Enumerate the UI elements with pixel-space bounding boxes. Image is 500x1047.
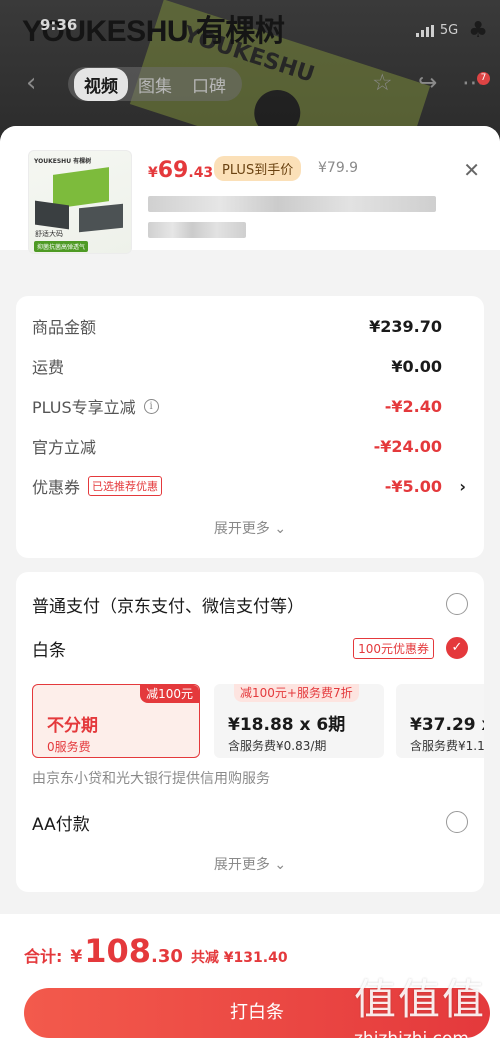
installment-plan-none[interactable]: 减100元 不分期 0服务费 [32, 684, 200, 758]
media-tabs: 视频 图集 口碑 [68, 67, 242, 101]
amount-row-plus-discount: PLUS专享立减 i -¥2.40 [32, 394, 468, 418]
radio-checked[interactable]: ✓ [446, 637, 468, 659]
amount-label: 优惠券 [32, 478, 81, 497]
amount-label: PLUS专享立减 [32, 398, 136, 417]
original-price: ¥79.9 [318, 160, 359, 176]
tab-gallery[interactable]: 图集 [128, 68, 182, 101]
payment-option-aa[interactable]: AA付款 [32, 808, 468, 836]
amount-row-coupon[interactable]: 优惠券 已选推荐优惠 -¥5.00 › [32, 474, 468, 498]
info-icon[interactable]: i [143, 398, 159, 414]
signal-icon [415, 24, 434, 37]
product-price: ¥ 69 .43 [148, 158, 213, 183]
price-integer: 69 [157, 158, 189, 183]
chevron-down-icon: ⌄ [274, 521, 287, 537]
radio-unchecked[interactable] [446, 811, 468, 833]
amount-row-shipping: 运费 ¥0.00 [32, 354, 468, 378]
amount-value: -¥24.00 [373, 436, 442, 456]
status-bar-right: 5G ♣ [415, 18, 488, 43]
installment-plans: 减100元 不分期 0服务费 减100元+服务费7折 ¥18.88 x 6期 含… [32, 684, 484, 758]
amount-row-official-discount: 官方立减 -¥24.00 [32, 434, 468, 458]
total-savings: 共减 ¥131.40 [190, 950, 288, 966]
installment-plan-6[interactable]: 减100元+服务费7折 ¥18.88 x 6期 含服务费¥0.83/期 [214, 684, 384, 758]
checkout-bottom-bar: 合计: ¥ 108 .30 共减 ¥131.40 打白条 值值值 zhizhiz… [0, 914, 500, 1047]
chevron-down-icon: ⌄ [274, 857, 287, 873]
baitiao-coupon-tag: 100元优惠券 [353, 637, 434, 659]
network-label: 5G [439, 23, 459, 38]
total-integer: 108 [84, 932, 152, 970]
clubs-icon: ♣ [468, 18, 488, 43]
expand-more-label: 展开更多 [213, 521, 270, 537]
close-icon[interactable]: ✕ [463, 158, 480, 182]
blurred-title-line-2 [148, 222, 246, 238]
product-thumbnail: YOUKESHU 有棵树 舒适大码 抑菌抗菌高弹透气 [28, 150, 132, 254]
plan-fee: 含服务费¥0.83/期 [228, 739, 327, 753]
tab-reviews[interactable]: 口碑 [182, 68, 236, 101]
plan-badge: 减100元 [140, 685, 199, 703]
payment-option-baitiao[interactable]: 白条 100元优惠券 ✓ [32, 634, 468, 662]
plus-price-tag: PLUS到手价 [214, 156, 302, 181]
thumb-brand: YOUKESHU 有棵树 [34, 158, 92, 165]
price-decimal: .43 [188, 165, 214, 181]
plan-badge: 减100元+服务费7折 [234, 684, 359, 702]
expand-more-label: 展开更多 [213, 857, 270, 873]
coupon-recommend-tag: 已选推荐优惠 [88, 476, 163, 496]
payment-option-normal[interactable]: 普通支付（京东支付、微信支付等） [32, 590, 468, 618]
watermark: 值值值 zhizhizhi.com [354, 966, 500, 1047]
watermark-url: zhizhizhi.com [354, 1029, 469, 1047]
amount-label: 运费 [32, 358, 65, 377]
total-symbol: ¥ [70, 947, 83, 967]
plan-fee: 含服务费¥1.12/期 [410, 739, 484, 753]
payment-option-label: AA付款 [32, 814, 90, 835]
plan-title: 不分期 [47, 716, 98, 736]
thumb-tag: 抑菌抗菌高弹透气 [34, 241, 89, 252]
thumb-box-green [53, 167, 109, 209]
expand-more-amounts[interactable]: 展开更多 ⌄ [16, 518, 484, 538]
amount-value: ¥239.70 [369, 316, 442, 336]
notification-badge: 7 [477, 72, 490, 85]
order-total: 合计: ¥ 108 .30 共减 ¥131.40 [24, 932, 288, 970]
thumb-caption: 舒适大码 [35, 230, 63, 238]
amount-value: -¥2.40 [384, 396, 442, 416]
back-arrow-icon[interactable]: ‹ [26, 68, 36, 98]
amount-row-goods: 商品金额 ¥239.70 [32, 314, 468, 338]
amount-label: 商品金额 [32, 318, 97, 337]
installment-plan-3[interactable]: ¥37.29 x 3期 含服务费¥1.12/期 [396, 684, 484, 758]
price-symbol: ¥ [148, 165, 158, 181]
background-nav: ‹ 视频 图集 口碑 ☆ ↪ ⋯ 7 [0, 64, 500, 104]
amount-details-card: 商品金额 ¥239.70 运费 ¥0.00 PLUS专享立减 i -¥2.40 … [16, 296, 484, 558]
payment-option-label: 普通支付（京东支付、微信支付等） [32, 596, 304, 617]
product-summary: YOUKESHU 有棵树 舒适大码 抑菌抗菌高弹透气 ¥ 69 .43 PLUS… [0, 126, 500, 254]
chevron-right-icon[interactable]: › [459, 477, 466, 496]
plan-title: ¥18.88 x 6期 [228, 715, 346, 735]
amount-label: 官方立减 [32, 438, 97, 457]
amount-value: -¥5.00 [384, 476, 442, 496]
credit-service-note: 由京东小贷和光大银行提供信用购服务 [32, 771, 270, 787]
more-icon[interactable]: ⋯ 7 [462, 70, 494, 96]
status-time: 9:36 [40, 16, 78, 34]
amount-value: ¥0.00 [391, 356, 442, 376]
expand-more-payments[interactable]: 展开更多 ⌄ [16, 854, 484, 874]
star-icon[interactable]: ☆ [372, 70, 393, 96]
plan-fee: 0服务费 [47, 740, 91, 754]
checkout-sheet: YOUKESHU 有棵树 舒适大码 抑菌抗菌高弹透气 ¥ 69 .43 PLUS… [0, 126, 500, 1047]
payment-option-label: 白条 [32, 640, 66, 661]
thumb-box-gray [79, 203, 123, 233]
background-page: YOUKESHU YOUKESHU 有棵树 9:36 5G ♣ ‹ 视频 图集 … [0, 0, 500, 140]
share-icon[interactable]: ↪ [418, 70, 437, 96]
total-decimal: .30 [151, 946, 183, 967]
plan-title: ¥37.29 x 3期 [410, 715, 484, 735]
total-label: 合计: [24, 947, 63, 966]
payment-method-card: 普通支付（京东支付、微信支付等） 白条 100元优惠券 ✓ 减100元 不分期 … [16, 572, 484, 892]
watermark-logo: 值值值 [354, 975, 487, 1024]
tab-video[interactable]: 视频 [74, 67, 128, 101]
blurred-title-line-1 [148, 196, 436, 212]
thumb-box-dark [35, 200, 69, 230]
radio-unchecked[interactable] [446, 593, 468, 615]
